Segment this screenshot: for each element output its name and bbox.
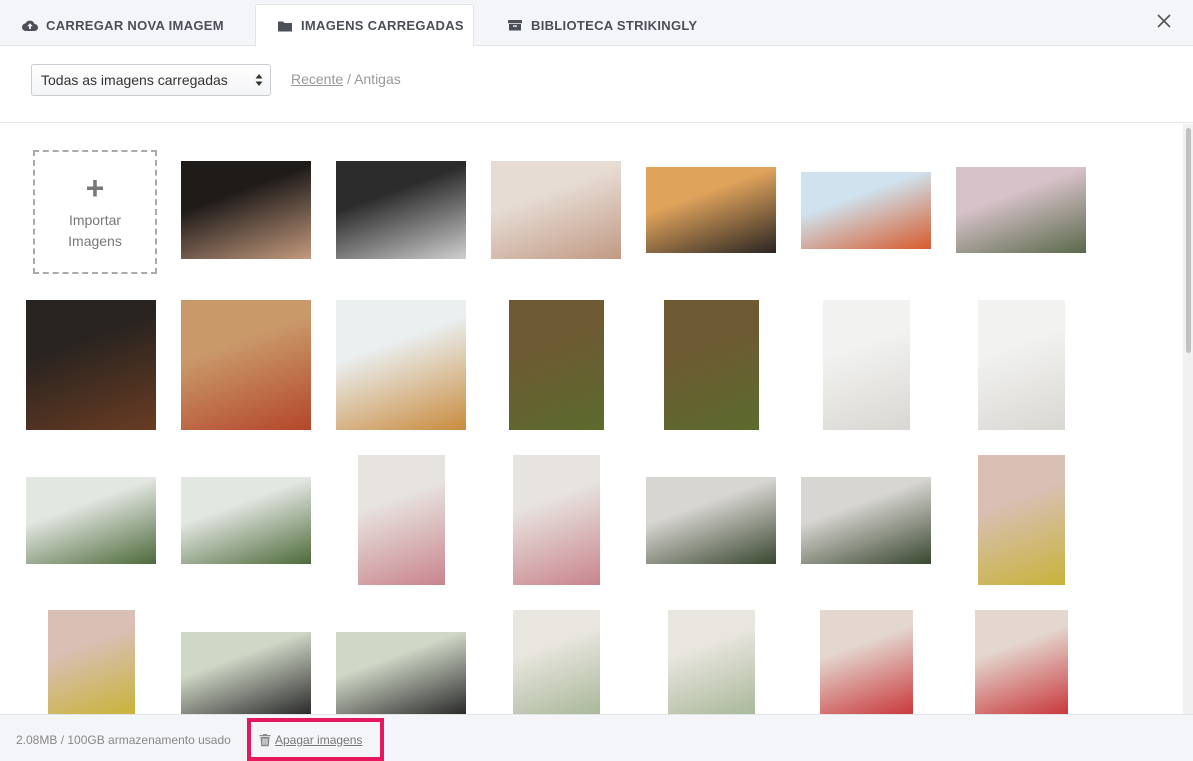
uploaded-image-thumbnail[interactable] [646,477,776,564]
uploaded-image-thumbnail[interactable] [26,300,156,430]
sort-options: Recente / Antigas [291,71,401,87]
uploaded-image-thumbnail[interactable] [26,477,156,564]
tab-label: BIBLIOTECA STRIKINGLY [531,17,698,33]
close-icon [1157,14,1171,28]
plus-icon: + [85,170,105,206]
uploaded-image-thumbnail[interactable] [336,161,466,259]
close-button[interactable] [1153,10,1175,32]
uploaded-image-thumbnail[interactable] [181,300,311,430]
uploaded-image-thumbnail[interactable] [801,477,931,564]
import-images-button[interactable]: + Importar Imagens [33,150,157,274]
uploaded-image-thumbnail[interactable] [491,161,621,259]
sort-old-link[interactable]: Antigas [354,71,401,87]
image-grid: + Importar Imagens [0,124,1183,714]
uploaded-image-thumbnail[interactable] [336,300,466,430]
footer-bar: 2.08MB / 100GB armazenamento usado Apaga… [0,714,1193,761]
uploaded-image-thumbnail[interactable] [48,610,135,714]
uploaded-image-thumbnail[interactable] [820,610,913,714]
storage-usage: 2.08MB / 100GB armazenamento usado [16,733,231,747]
uploaded-image-thumbnail[interactable] [513,610,600,714]
tab-bar: CARREGAR NOVA IMAGEM IMAGENS CARREGADAS … [0,0,1193,47]
uploaded-image-thumbnail[interactable] [801,172,931,249]
trash-icon [259,733,271,746]
select-arrows-icon [255,74,263,86]
uploaded-image-thumbnail[interactable] [181,632,311,714]
tab-upload-new[interactable]: CARREGAR NOVA IMAGEM [22,4,224,46]
uploaded-image-thumbnail[interactable] [956,167,1086,253]
uploaded-image-thumbnail[interactable] [336,632,466,714]
uploaded-image-thumbnail[interactable] [646,167,776,253]
sort-separator: / [343,71,355,87]
uploaded-image-thumbnail[interactable] [513,455,600,585]
tab-strikingly-library[interactable]: BIBLIOTECA STRIKINGLY [507,4,697,46]
uploaded-image-thumbnail[interactable] [975,610,1068,714]
uploaded-image-thumbnail[interactable] [181,161,311,259]
tab-uploaded-images[interactable]: IMAGENS CARREGADAS [255,4,474,47]
uploaded-image-thumbnail[interactable] [978,300,1065,430]
scrollbar-thumb[interactable] [1186,128,1191,353]
select-value: Todas as imagens carregadas [41,72,228,88]
uploaded-image-thumbnail[interactable] [358,455,445,585]
folder-icon [278,21,292,31]
cloud-upload-icon [22,20,38,32]
tab-label: IMAGENS CARREGADAS [301,18,464,33]
image-filter-select[interactable]: Todas as imagens carregadas [31,64,271,96]
uploaded-image-thumbnail[interactable] [978,455,1065,585]
archive-icon [508,20,522,31]
import-label-line1: Importar [68,212,122,228]
sort-recent-link[interactable]: Recente [291,71,343,87]
import-label-line2: Imagens [68,233,122,249]
uploaded-image-thumbnail[interactable] [181,477,311,564]
uploaded-image-thumbnail[interactable] [668,610,755,714]
delete-images-button[interactable]: Apagar imagens [247,718,384,761]
uploaded-image-thumbnail[interactable] [509,300,604,430]
uploaded-image-thumbnail[interactable] [664,300,759,430]
tab-label: CARREGAR NOVA IMAGEM [46,17,224,33]
filter-bar: Todas as imagens carregadas Recente / An… [0,47,1193,123]
scrollbar[interactable] [1183,124,1193,714]
delete-images-label: Apagar imagens [275,732,363,747]
uploaded-image-thumbnail[interactable] [823,300,910,430]
